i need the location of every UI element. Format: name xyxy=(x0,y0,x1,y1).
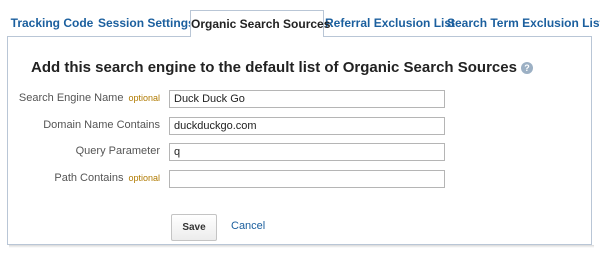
search-engine-name-row: Search Engine Name optional xyxy=(8,90,593,108)
optional-tag: optional xyxy=(128,93,160,103)
tab-bar: Tracking Code Session Settings Organic S… xyxy=(7,10,600,37)
query-parameter-label: Query Parameter xyxy=(75,145,160,157)
tab-referral-exclusion-list[interactable]: Referral Exclusion List xyxy=(325,12,455,36)
path-contains-input[interactable] xyxy=(169,170,445,188)
search-engine-name-label-text: Search Engine Name xyxy=(18,92,124,104)
domain-name-contains-input[interactable] xyxy=(169,117,445,135)
cancel-link[interactable]: Cancel xyxy=(231,220,265,232)
form-heading-text: Add this search engine to the default li… xyxy=(31,59,517,76)
tab-session-settings[interactable]: Session Settings xyxy=(98,12,195,36)
query-parameter-row: Query Parameter xyxy=(8,143,593,161)
query-parameter-input[interactable] xyxy=(169,143,445,161)
save-button[interactable]: Save xyxy=(171,214,217,241)
panel-shadow xyxy=(9,245,594,248)
organic-search-sources-panel: Add this search engine to the default li… xyxy=(7,36,592,245)
domain-name-contains-label: Domain Name Contains xyxy=(43,119,160,131)
help-icon[interactable]: ? xyxy=(520,62,533,74)
tab-organic-search-sources[interactable]: Organic Search Sources xyxy=(190,10,330,37)
search-engine-name-label: Search Engine Name optional xyxy=(19,92,160,104)
tab-tracking-code[interactable]: Tracking Code xyxy=(7,12,97,36)
search-engine-name-input[interactable] xyxy=(169,90,445,108)
path-contains-label: Path Contains optional xyxy=(54,172,160,184)
optional-tag: optional xyxy=(128,173,160,183)
path-contains-row: Path Contains optional xyxy=(8,170,593,188)
tab-search-term-exclusion-list[interactable]: Search Term Exclusion List xyxy=(447,12,600,36)
path-contains-label-text: Path Contains xyxy=(54,172,124,184)
domain-name-contains-row: Domain Name Contains xyxy=(8,117,593,135)
form-heading: Add this search engine to the default li… xyxy=(31,59,533,76)
